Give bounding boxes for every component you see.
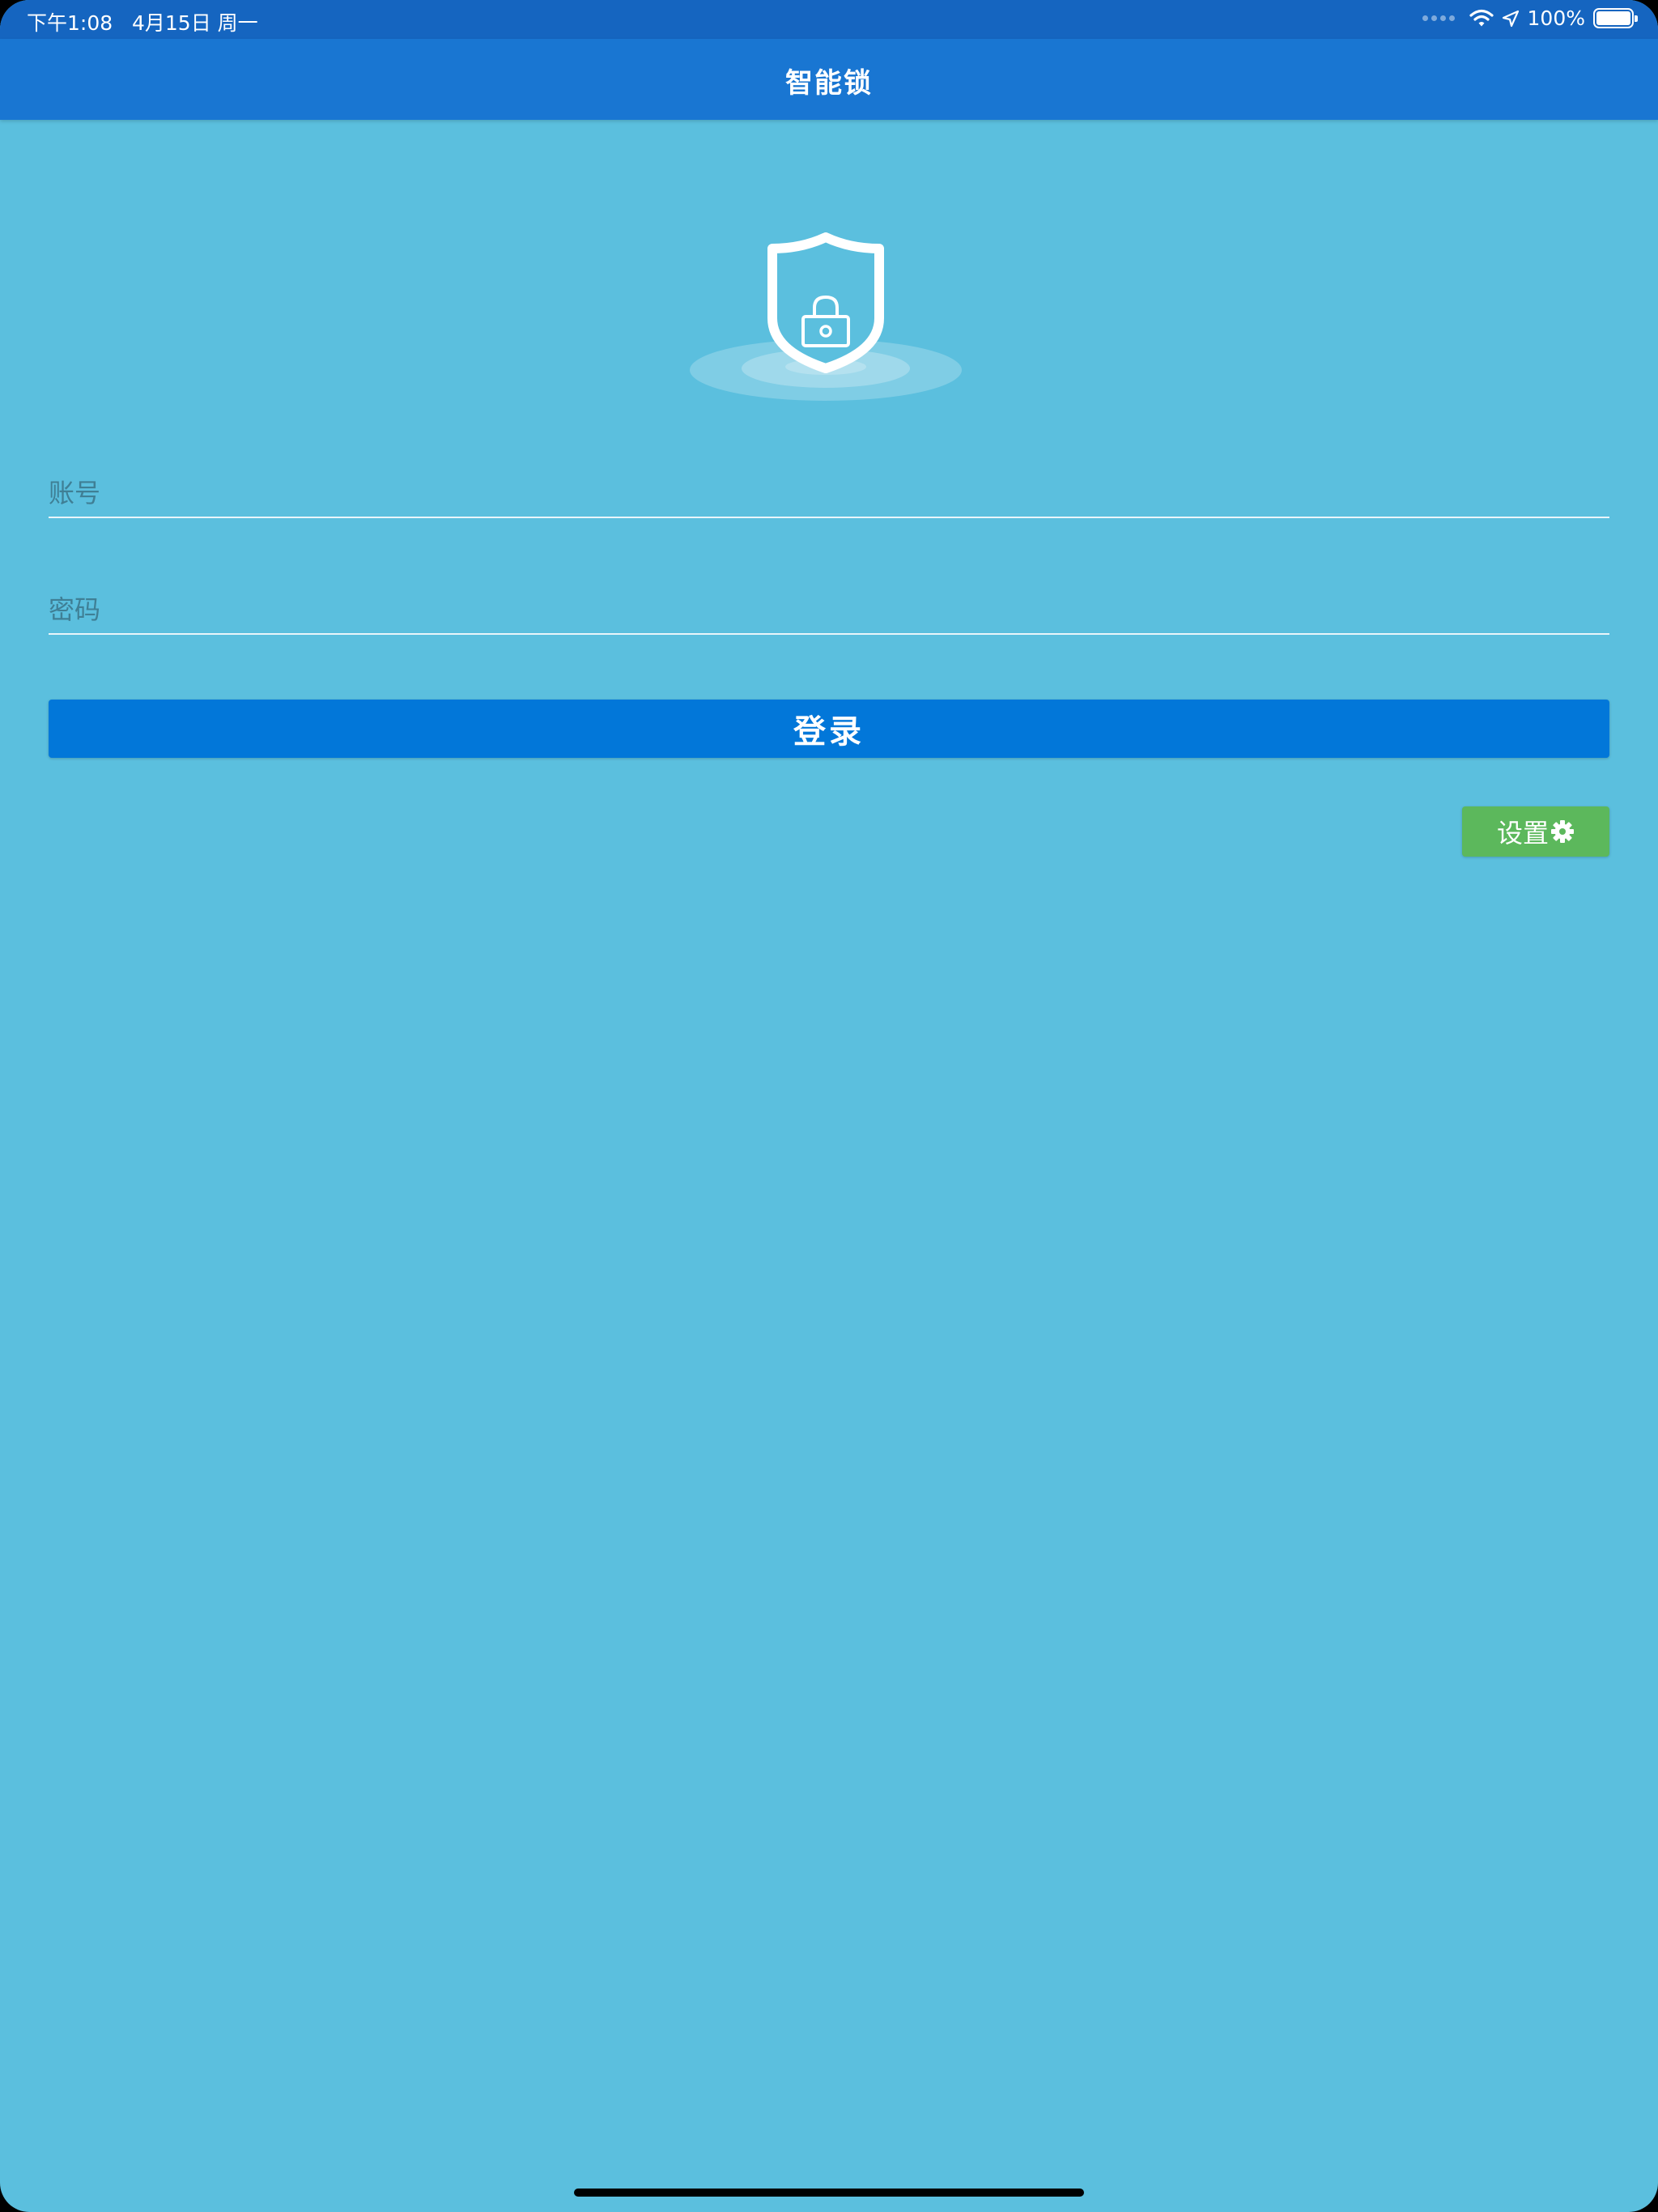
gear-icon [1551, 820, 1574, 843]
signal-dots-icon [1422, 15, 1455, 21]
account-field [49, 470, 1609, 518]
page-title: 智能锁 [785, 67, 873, 100]
battery-percent: 100% [1527, 6, 1585, 30]
battery-level [1596, 11, 1630, 25]
login-screen: 下午1:08 4月15日 周一 100% 智能锁 账号 登录 设置 [0, 0, 1658, 2212]
home-indicator[interactable] [574, 2189, 1084, 2197]
wifi-icon [1469, 9, 1494, 26]
password-input[interactable] [49, 586, 1609, 633]
status-indicators: 100% [1422, 6, 1638, 30]
password-field [49, 586, 1609, 635]
battery-icon [1593, 8, 1638, 28]
status-bar: 下午1:08 4月15日 周一 100% [0, 0, 1658, 39]
location-arrow-icon [1502, 10, 1519, 27]
settings-label: 设置 [1496, 818, 1549, 849]
settings-button[interactable]: 设置 [1462, 806, 1609, 857]
status-time-date: 下午1:08 4月15日 周一 [27, 11, 258, 35]
login-button[interactable]: 登录 [49, 700, 1609, 758]
account-input[interactable] [49, 470, 1609, 517]
nav-bar: 智能锁 [0, 39, 1658, 120]
shield-lock-icon [690, 232, 962, 401]
